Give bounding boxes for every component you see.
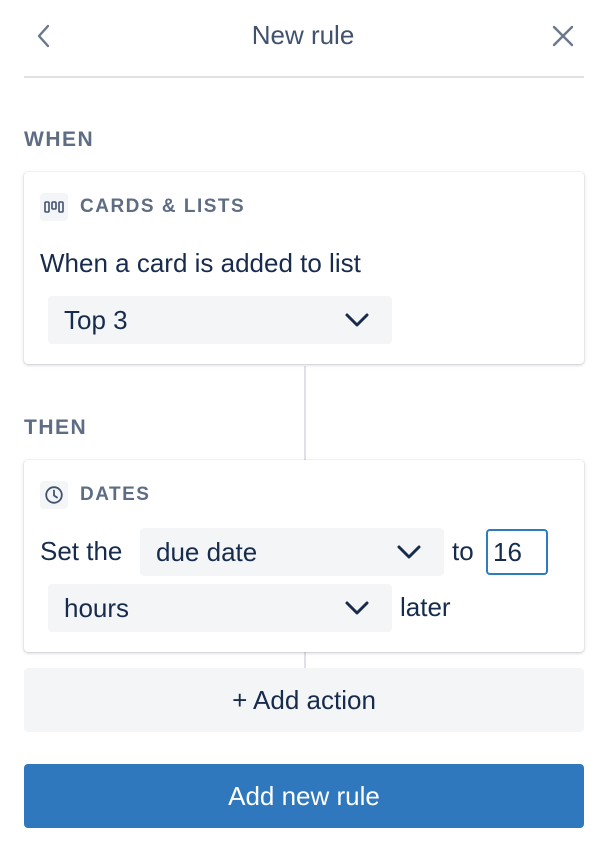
add-new-rule-label: Add new rule — [228, 780, 380, 811]
time-unit-select-value: hours — [64, 593, 130, 623]
chevron-down-icon — [345, 601, 369, 615]
trigger-card-header: CARDS & LISTS — [40, 192, 245, 222]
date-field-select-value: due date — [156, 537, 258, 567]
add-new-rule-button[interactable]: Add new rule — [24, 764, 584, 828]
header-divider — [24, 76, 584, 78]
clock-icon — [40, 481, 68, 509]
action-prefix-text: Set the — [40, 536, 123, 566]
chevron-down-icon — [397, 545, 421, 559]
action-card-title: DATES — [80, 484, 151, 505]
trigger-text: When a card is added to list — [40, 248, 361, 278]
action-card: DATES Set the due date to hours later — [24, 460, 584, 652]
time-unit-select[interactable]: hours — [48, 584, 392, 632]
date-field-select[interactable]: due date — [140, 528, 444, 576]
later-text: later — [400, 592, 451, 622]
flow-connector — [304, 652, 306, 668]
close-button[interactable] — [549, 22, 577, 50]
add-action-label: + Add action — [232, 684, 376, 715]
close-icon — [552, 25, 574, 47]
list-select[interactable]: Top 3 — [48, 296, 392, 344]
to-text: to — [452, 536, 474, 566]
panel-header: New rule — [0, 0, 606, 76]
page-title: New rule — [251, 20, 355, 50]
lists-icon — [40, 193, 68, 221]
list-select-value: Top 3 — [64, 305, 128, 335]
flow-connector — [304, 366, 306, 460]
trigger-card-title: CARDS & LISTS — [80, 196, 246, 217]
chevron-down-icon — [345, 313, 369, 327]
then-section-label: THEN — [24, 416, 88, 439]
action-card-header: DATES — [40, 480, 150, 510]
trigger-card: CARDS & LISTS When a card is added to li… — [24, 172, 584, 364]
amount-input[interactable] — [486, 529, 548, 575]
add-action-button[interactable]: + Add action — [24, 668, 584, 732]
when-section-label: WHEN — [24, 128, 95, 151]
